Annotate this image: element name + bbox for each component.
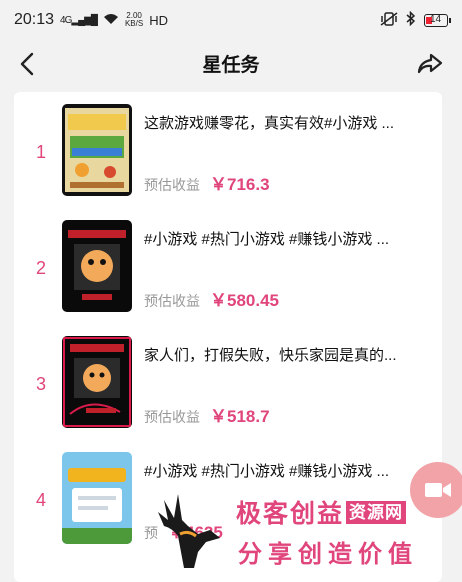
page-title: 星任务 [202,54,260,76]
task-rank: 2 [36,258,47,278]
task-title: #小游戏 #热门小游戏 #赚钱小游戏 ... [144,231,390,248]
nav-bar: 星任务 [0,40,462,86]
task-rank: 3 [36,374,47,394]
signal-icon: 4G▂▄▆█ [60,14,98,26]
vibrate-icon [380,11,398,29]
task-thumbnail[interactable] [62,336,132,428]
battery-level: 14 [430,13,442,25]
watermark-brand-main: 极客创益 [236,500,345,528]
task-thumbnail[interactable] [62,452,132,544]
chevron-left-icon [20,52,34,76]
earnings-label: 预估收益 [144,409,200,425]
earnings-label: 预估收益 [144,177,200,193]
task-earnings: 预估收益 ￥580.45 [144,286,279,311]
wifi-icon [103,12,119,29]
earnings-amount: ￥580.45 [210,291,279,310]
earnings-label: 预估收益 [144,293,200,309]
hd-label: HD [149,12,168,28]
status-time: 20:13 [14,11,55,28]
task-rank: 4 [36,490,47,510]
status-right: 14 [380,10,451,29]
back-button[interactable] [14,50,42,78]
task-thumbnail[interactable] [62,220,132,312]
task-item-1[interactable]: 1 这款游戏赚零花，真实有效#小游戏 ... 预估收益 ￥716.3 [14,92,442,208]
battery-icon: 14 [424,13,451,27]
task-thumbnail[interactable] [62,104,132,196]
watermark: 极客创益 资源网 分享创造价值 [150,488,462,571]
task-rank: 1 [36,142,47,162]
share-icon [417,53,443,74]
net-speed: 2.00 KB/S [125,12,143,28]
earnings-amount: ￥518.7 [210,407,270,426]
earnings-amount: ￥716.3 [210,175,270,194]
task-title: #小游戏 #热门小游戏 #赚钱小游戏 ... [144,463,390,480]
task-earnings: 预估收益 ￥716.3 [144,170,270,195]
net-speed-unit: KB/S [124,19,144,28]
signal-label: 4G [60,14,72,26]
status-left: 20:13 4G▂▄▆█ 2.00 KB/S HD [14,11,168,29]
status-bar: 20:13 4G▂▄▆█ 2.00 KB/S HD 14 [0,0,462,40]
task-item-3[interactable]: 3 家人们，打假失败，快乐家园是真的... 预估收益 ￥518.7 [14,324,442,440]
deer-logo-icon [158,494,220,568]
watermark-slogan: 分享创造价值 [238,541,418,568]
task-item-2[interactable]: 2 #小游戏 #热门小游戏 #赚钱小游戏 ... 预估收益 ￥580.45 [14,208,442,324]
task-title: 家人们，打假失败，快乐家园是真的... [144,347,397,364]
bluetooth-icon [406,10,416,29]
task-earnings: 预估收益 ￥518.7 [144,402,270,427]
task-title: 这款游戏赚零花，真实有效#小游戏 ... [144,115,395,132]
watermark-brand: 极客创益 资源网 [236,494,407,530]
watermark-brand-tag: 资源网 [346,501,407,524]
share-button[interactable] [416,50,444,78]
